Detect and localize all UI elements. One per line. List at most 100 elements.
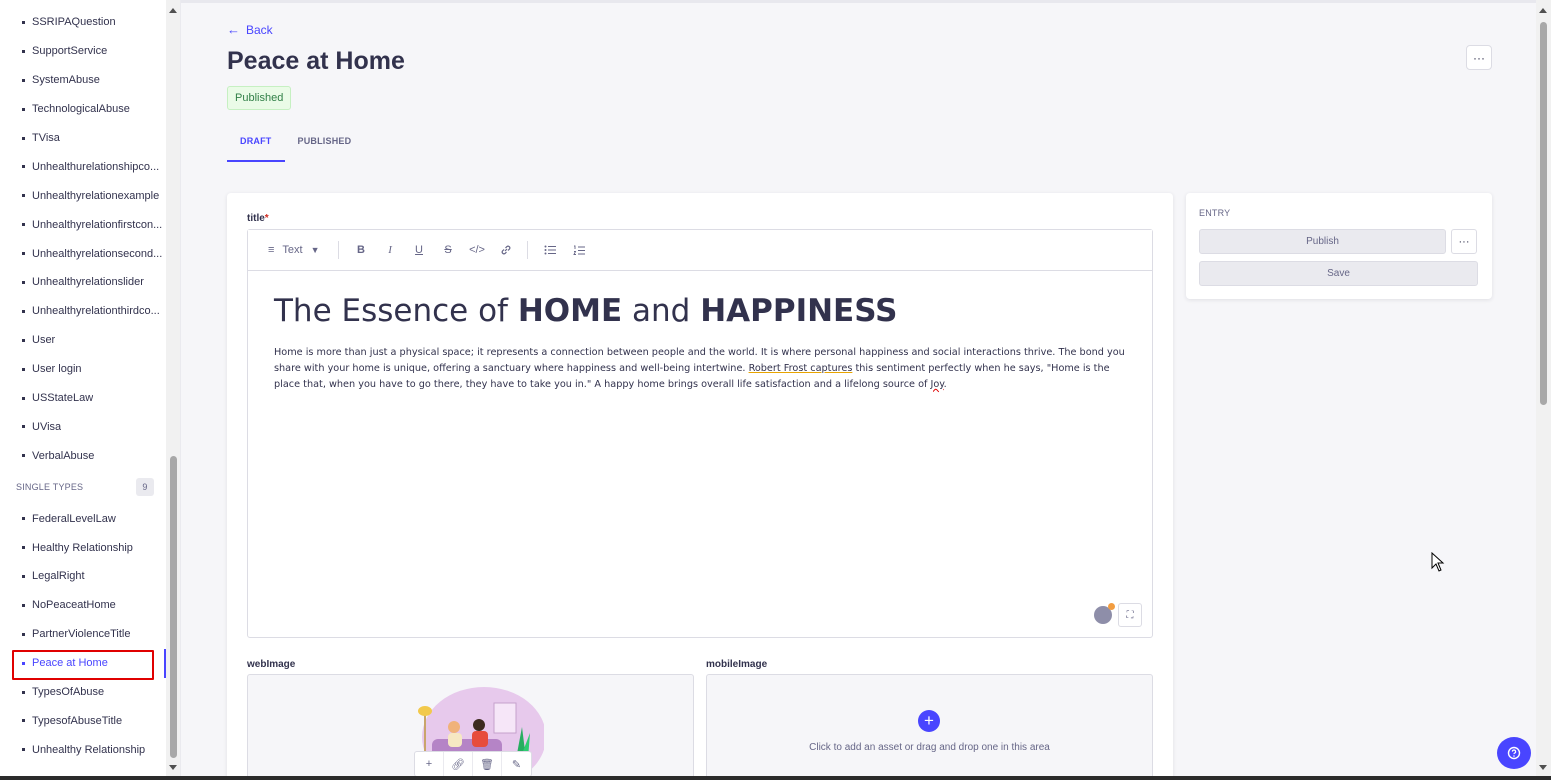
edit-asset-button[interactable]: ✎	[502, 752, 531, 776]
sidebar-item[interactable]: Unhealthyrelationslider	[0, 268, 166, 297]
sidebar-item[interactable]: FederalLevelLaw	[0, 504, 166, 533]
bottom-edge	[0, 776, 1551, 780]
publish-button[interactable]: Publish	[1199, 229, 1446, 254]
sidebar-item[interactable]: TypesOfAbuse	[0, 678, 166, 707]
entry-label: ENTRY	[1199, 208, 1231, 218]
bullet-icon	[22, 546, 25, 550]
rich-text-editor[interactable]: ≡ Text ▼ B I U S </> The Essence of HOME…	[247, 229, 1153, 638]
chevron-down-icon: ▼	[310, 245, 320, 255]
sidebar-item[interactable]: NoPeaceatHome	[0, 591, 166, 620]
sidebar-item[interactable]: Unhealthurelationshipco...	[0, 152, 166, 181]
sidebar-item[interactable]: User	[0, 326, 166, 355]
sidebar-item[interactable]: Unhealthy Relationship	[0, 735, 166, 764]
sidebar-item[interactable]: UVisa	[0, 412, 166, 441]
sidebar-item-label: Unhealthyrelationslider	[32, 276, 144, 289]
save-button[interactable]: Save	[1199, 261, 1478, 286]
bold-button[interactable]: B	[347, 238, 376, 262]
add-asset-button[interactable]: +	[415, 752, 444, 776]
editor-content[interactable]: The Essence of HOME and HAPPINESS Home i…	[248, 271, 1152, 415]
strikethrough-button[interactable]: S	[434, 238, 463, 262]
bullet-icon	[22, 78, 25, 82]
sidebar-item[interactable]: SupportService	[0, 37, 166, 66]
block-type-select[interactable]: ≡ Text ▼	[268, 244, 320, 256]
tab-bar: DRAFT PUBLISHED	[227, 128, 364, 162]
bullet-icon	[22, 194, 25, 198]
sidebar-item[interactable]: TypesofAbuseTitle	[0, 706, 166, 735]
sidebar-item[interactable]: Unhealthyrelationsecond...	[0, 239, 166, 268]
sidebar-item-label: TechnologicalAbuse	[32, 103, 130, 116]
sidebar-item-label: Healthy Relationship	[32, 541, 133, 554]
title-field-label: title*	[247, 213, 269, 224]
sidebar-item-label: User login	[32, 363, 82, 376]
content-type-list: SSRIPAQuestion SupportService SystemAbuse T…	[0, 8, 166, 764]
sidebar-item[interactable]: User login	[0, 355, 166, 384]
sidebar-item[interactable]: Healthy Relationship	[0, 533, 166, 562]
content-heading: The Essence of HOME and HAPPINESS	[274, 293, 1126, 329]
single-types-header: SINGLE TYPES 9	[0, 470, 166, 504]
back-link[interactable]: ← Back	[227, 22, 273, 37]
sidebar-item-label: Unhealthyrelationfirstcon...	[32, 218, 163, 231]
web-image-field[interactable]: + 🔗︎ 🗑︎ ✎	[247, 674, 694, 780]
paragraph-icon: ≡	[268, 244, 275, 256]
tab-draft[interactable]: DRAFT	[227, 128, 285, 162]
bullet-icon	[22, 719, 25, 723]
numbered-list-button[interactable]	[565, 238, 594, 262]
toolbar-divider	[337, 241, 339, 259]
more-actions-button[interactable]: ···	[1466, 45, 1492, 70]
scroll-up-arrow[interactable]	[169, 8, 177, 13]
sidebar-item[interactable]: SSRIPAQuestion	[0, 8, 166, 37]
bullet-icon	[22, 107, 25, 111]
page-scrollbar[interactable]	[1536, 0, 1551, 780]
scroll-down-arrow[interactable]	[169, 765, 177, 770]
bullet-icon	[22, 280, 25, 284]
dropzone-hint: Click to add an asset or drag and drop o…	[809, 742, 1050, 753]
bullet-icon	[22, 165, 25, 169]
sidebar-item[interactable]: TVisa	[0, 124, 166, 153]
bullet-list-icon	[544, 245, 557, 255]
bullet-icon	[22, 661, 25, 665]
sidebar-item[interactable]: Unhealthyrelationthirdco...	[0, 297, 166, 326]
numbered-list-icon	[573, 245, 586, 255]
sidebar-item[interactable]: USStateLaw	[0, 384, 166, 413]
status-badge: Published	[227, 86, 292, 110]
sidebar-item[interactable]: Unhealthyrelationexample	[0, 181, 166, 210]
italic-button[interactable]: I	[376, 238, 405, 262]
entry-more-button[interactable]: ···	[1451, 229, 1477, 254]
sidebar-item-label: Unhealthurelationshipco...	[32, 160, 160, 173]
code-button[interactable]: </>	[463, 238, 492, 262]
link-button[interactable]	[492, 238, 521, 262]
mobile-image-dropzone[interactable]: + Click to add an asset or drag and drop…	[706, 674, 1153, 780]
scroll-down-arrow[interactable]	[1539, 765, 1547, 770]
sidebar-item[interactable]: Peace at Home	[0, 648, 166, 680]
sidebar-item[interactable]: PartnerViolenceTitle	[0, 620, 166, 649]
bullet-icon	[22, 252, 25, 256]
tab-published[interactable]: PUBLISHED	[285, 128, 365, 162]
sidebar-item[interactable]: SystemAbuse	[0, 66, 166, 95]
sidebar-item[interactable]: LegalRight	[0, 562, 166, 591]
link-icon	[501, 245, 511, 255]
underline-button[interactable]: U	[405, 238, 434, 262]
scrollbar-thumb[interactable]	[170, 456, 177, 758]
sidebar-item-label: SupportService	[32, 45, 108, 58]
bullet-icon	[22, 49, 25, 53]
expand-editor-button[interactable]: ⛶	[1118, 603, 1142, 627]
title-label-text: title	[247, 213, 265, 224]
copy-link-button[interactable]: 🔗︎	[444, 752, 473, 776]
bullet-icon	[22, 309, 25, 313]
paragraph-text: .	[943, 379, 947, 390]
sidebar-item[interactable]: VerbalAbuse	[0, 441, 166, 470]
sidebar-scrollbar[interactable]	[166, 0, 180, 780]
heading-text: and	[622, 293, 701, 329]
scroll-up-arrow[interactable]	[1539, 8, 1547, 13]
bullet-list-button[interactable]	[536, 238, 565, 262]
help-button[interactable]	[1497, 737, 1531, 769]
sidebar-item-label: Unhealthy Relationship	[32, 743, 146, 756]
entry-panel: ENTRY Publish ··· Save	[1186, 193, 1492, 299]
sidebar-item[interactable]: Unhealthyrelationfirstcon...	[0, 210, 166, 239]
add-asset-icon[interactable]: +	[918, 710, 940, 732]
sidebar-item-label: LegalRight	[32, 570, 85, 583]
sidebar-item[interactable]: TechnologicalAbuse	[0, 95, 166, 124]
scrollbar-thumb[interactable]	[1540, 22, 1547, 405]
delete-asset-button[interactable]: 🗑︎	[473, 752, 502, 776]
assistant-icon[interactable]	[1094, 603, 1115, 624]
